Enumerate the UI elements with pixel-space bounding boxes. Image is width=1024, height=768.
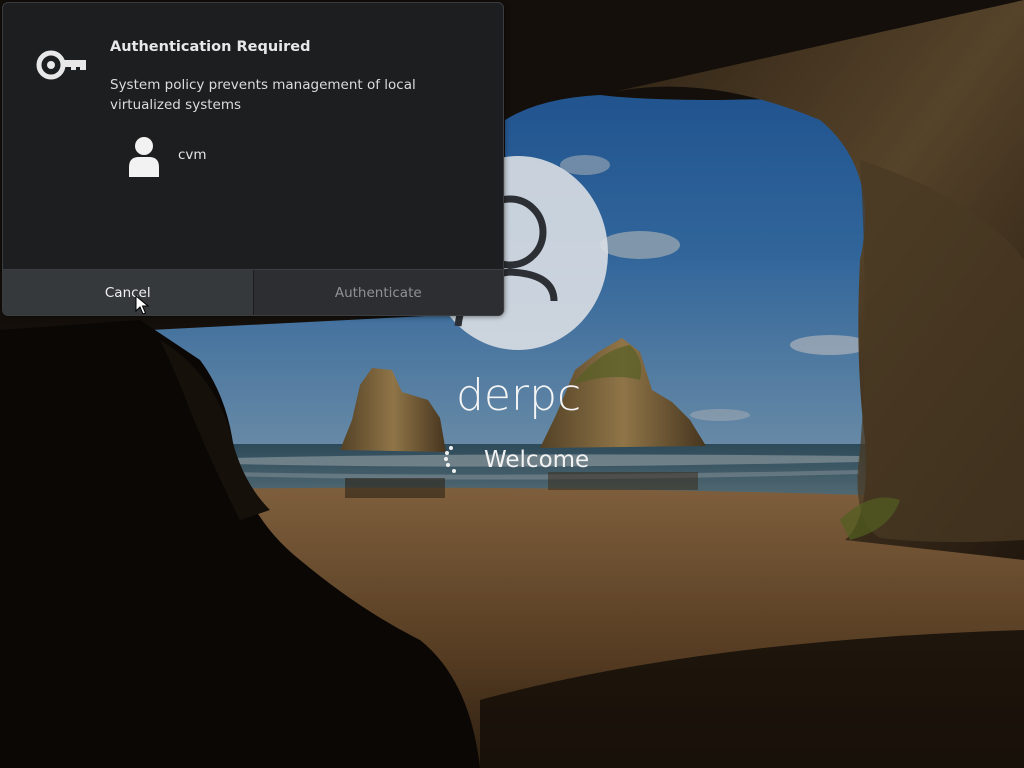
computer-name: derpc	[456, 370, 582, 421]
welcome-text: Welcome	[484, 447, 590, 473]
mouse-pointer-icon	[135, 295, 149, 315]
dialog-message: System policy prevents management of loc…	[110, 77, 416, 113]
screen: derpc Welcome Authentication Required Sy…	[0, 0, 1024, 768]
authenticate-button[interactable]: Authenticate	[253, 270, 503, 315]
authentication-dialog: Authentication Required System policy pr…	[2, 2, 504, 316]
cancel-button[interactable]: Cancel	[3, 270, 254, 315]
dialog-button-bar: Cancel Authenticate	[3, 269, 503, 315]
loading-spinner-icon	[444, 446, 456, 473]
user-name: cvm	[178, 147, 207, 163]
user-icon	[129, 137, 159, 177]
user-identity: cvm	[127, 135, 327, 181]
welcome-status: Welcome	[442, 444, 642, 476]
dialog-title: Authentication Required	[110, 39, 311, 55]
key-icon	[36, 50, 86, 80]
